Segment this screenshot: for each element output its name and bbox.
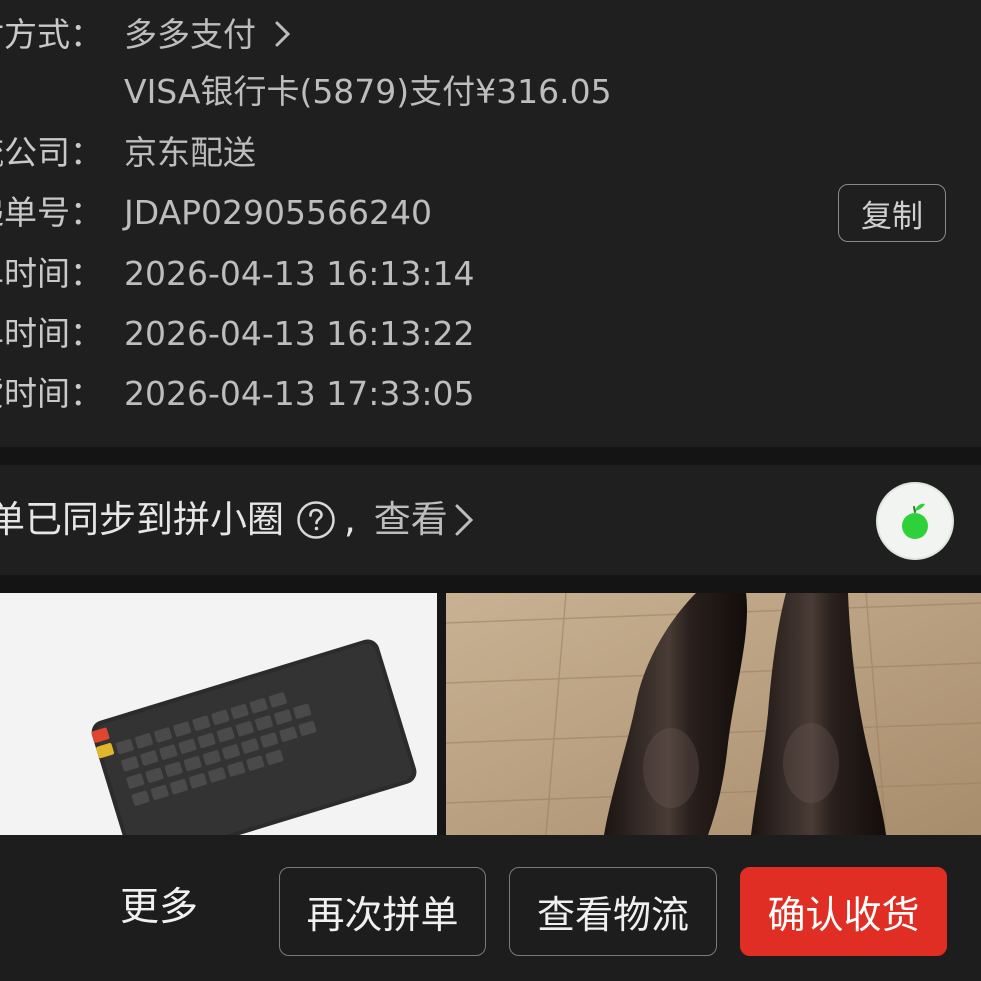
apple-avatar-icon (902, 503, 928, 539)
track-logistics-button[interactable]: 查看物流 (509, 867, 717, 956)
payment-method-row[interactable]: 付方式： 多多支付 (0, 5, 981, 65)
tracking-number-label: 递单号： (0, 193, 103, 232)
group-time-label: 单时间： (0, 314, 103, 353)
logistics-company-value: 京东配送 (124, 133, 256, 172)
section-divider (0, 447, 981, 465)
group-time-row: 单时间： 2026-04-13 16:13:22 (0, 304, 981, 364)
logistics-company-row: 流公司： 京东配送 (0, 123, 981, 183)
payment-detail-row: VISA银行卡(5879)支付¥316.05 (0, 62, 981, 122)
sync-banner-text: 单已同步到拼小圈 (0, 498, 284, 541)
boots-image (446, 593, 981, 835)
payment-detail-value: VISA银行卡(5879)支付¥316.05 (124, 72, 612, 111)
ship-time-label: 货时间： (0, 374, 103, 413)
confirm-receipt-button[interactable]: 确认收货 (740, 867, 947, 956)
sync-banner-comma: , (344, 498, 356, 541)
order-time-value: 2026-04-13 16:13:14 (124, 254, 475, 293)
group-time-value: 2026-04-13 16:13:22 (124, 314, 475, 353)
more-button[interactable]: 更多 (120, 862, 198, 954)
rebuy-button[interactable]: 再次拼单 (279, 867, 486, 956)
sync-view-link[interactable]: 查看 (374, 465, 448, 575)
tracking-number-row: 递单号： JDAP02905566240 (0, 183, 981, 243)
product-thumbnail-boots[interactable] (446, 593, 981, 835)
order-time-label: 单时间： (0, 254, 103, 293)
order-info-section: 付方式： 多多支付 VISA银行卡(5879)支付¥316.05 流公司： 京东… (0, 0, 981, 447)
avatar[interactable] (878, 484, 952, 558)
sync-banner[interactable]: 单已同步到拼小圈 , 查看 (0, 465, 981, 575)
chevron-right-icon (275, 21, 290, 47)
ship-time-row: 货时间： 2026-04-13 17:33:05 (0, 364, 981, 424)
sync-banner-content: 单已同步到拼小圈 , 查看 (0, 465, 476, 575)
logistics-company-label: 流公司： (0, 133, 103, 172)
payment-method-text: 多多支付 (124, 15, 256, 54)
product-thumbnail-keyboard[interactable] (0, 593, 437, 835)
chevron-right-icon (455, 504, 473, 536)
payment-method-value[interactable]: 多多支付 (124, 5, 293, 65)
payment-method-label: 付方式： (0, 15, 103, 54)
order-time-row: 单时间： 2026-04-13 16:13:14 (0, 244, 981, 304)
section-divider (0, 575, 981, 593)
thumbnail-divider (437, 593, 446, 835)
question-circle-icon[interactable] (296, 500, 336, 540)
tracking-number-value: JDAP02905566240 (124, 193, 432, 232)
keyboard-image (0, 593, 437, 835)
copy-tracking-button[interactable]: 复制 (838, 184, 946, 242)
ship-time-value: 2026-04-13 17:33:05 (124, 374, 475, 413)
